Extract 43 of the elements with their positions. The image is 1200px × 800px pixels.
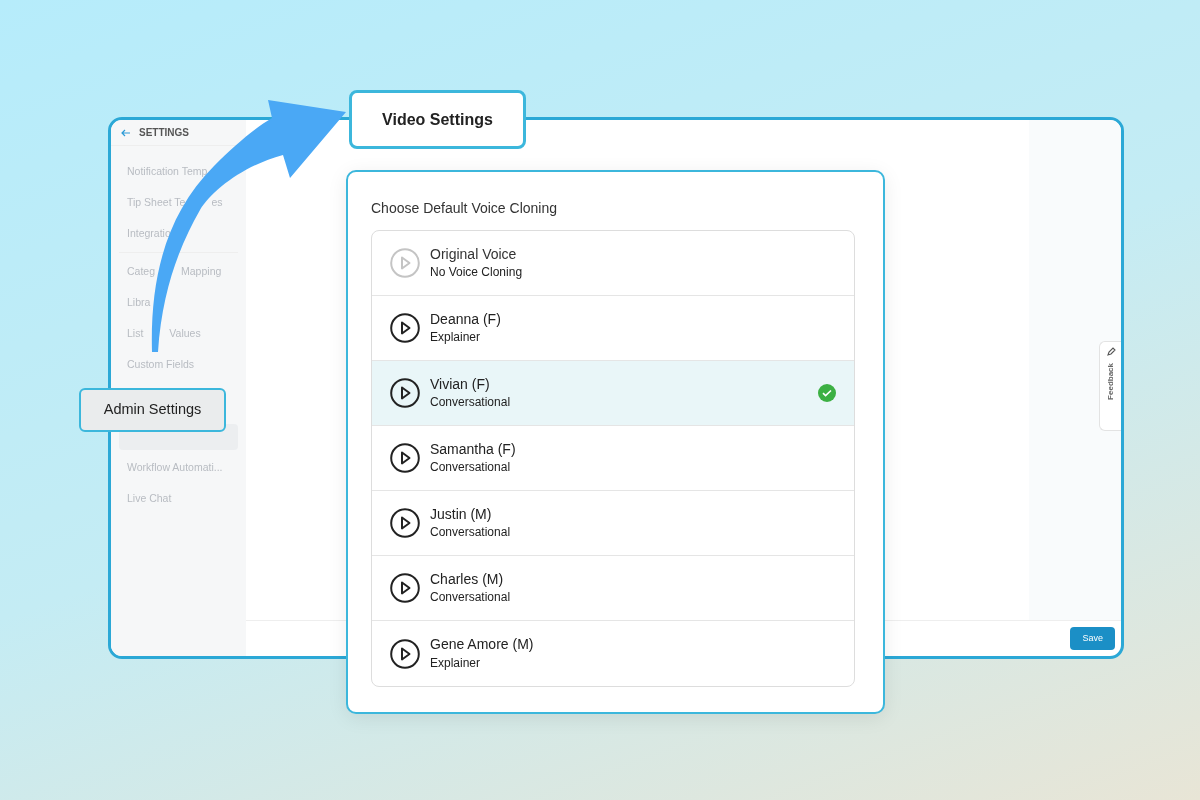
- sidebar-item[interactable]: List Values: [127, 318, 201, 349]
- voice-name: Deanna (F): [430, 309, 502, 329]
- voice-name: Charles (M): [430, 569, 505, 589]
- sidebar-item[interactable]: Integratio: [127, 218, 171, 249]
- play-icon[interactable]: [390, 378, 420, 408]
- sidebar-item[interactable]: Categ Mapping: [127, 256, 222, 287]
- check-icon: [818, 384, 836, 402]
- voice-style: No Voice Cloning: [430, 264, 524, 282]
- back-arrow-icon[interactable]: [121, 128, 131, 137]
- video-settings-tooltip: Video Settings: [349, 90, 526, 149]
- voice-option[interactable]: Gene Amore (M) Explainer: [372, 621, 854, 686]
- card-title: Choose Default Voice Cloning: [371, 199, 558, 218]
- voice-name: Original Voice: [430, 244, 518, 264]
- voice-option[interactable]: Justin (M) Conversational: [372, 491, 854, 556]
- save-button[interactable]: Save: [1070, 626, 1115, 651]
- voice-style: Explainer: [430, 654, 482, 672]
- voice-style: Conversational: [430, 589, 512, 607]
- voice-option[interactable]: Vivian (F) Conversational: [372, 361, 854, 426]
- play-icon[interactable]: [390, 313, 420, 343]
- sidebar-item[interactable]: Live Chat: [127, 483, 172, 514]
- voice-style: Conversational: [430, 524, 512, 542]
- voice-name: Gene Amore (M): [430, 635, 535, 654]
- voice-option[interactable]: Charles (M) Conversational: [372, 556, 854, 621]
- play-icon[interactable]: [390, 573, 420, 603]
- voice-name: Vivian (F): [430, 374, 491, 394]
- sidebar-item[interactable]: Libra: [127, 287, 151, 318]
- sidebar-item[interactable]: Notification Temp: [127, 156, 208, 187]
- play-icon[interactable]: [390, 508, 420, 538]
- sidebar-item[interactable]: Custom Fields: [127, 349, 195, 380]
- sidebar-item[interactable]: Workflow Automati...: [127, 452, 223, 483]
- voice-style: Explainer: [430, 329, 482, 347]
- voice-style: Conversational: [430, 459, 512, 477]
- play-icon[interactable]: [390, 638, 420, 669]
- sidebar-item[interactable]: Tip Sheet Te es: [127, 187, 223, 218]
- admin-settings-tooltip: Admin Settings: [79, 388, 226, 432]
- voice-style: Conversational: [430, 394, 512, 412]
- voice-name: Justin (M): [430, 504, 493, 524]
- sidebar-title: SETTINGS: [139, 126, 189, 140]
- play-icon[interactable]: [390, 443, 420, 473]
- voice-option[interactable]: Samantha (F) Conversational: [372, 426, 854, 491]
- feedback-tab[interactable]: Feedback: [1099, 341, 1121, 431]
- voice-name: Samantha (F): [430, 439, 517, 459]
- pencil-icon: [1105, 347, 1116, 357]
